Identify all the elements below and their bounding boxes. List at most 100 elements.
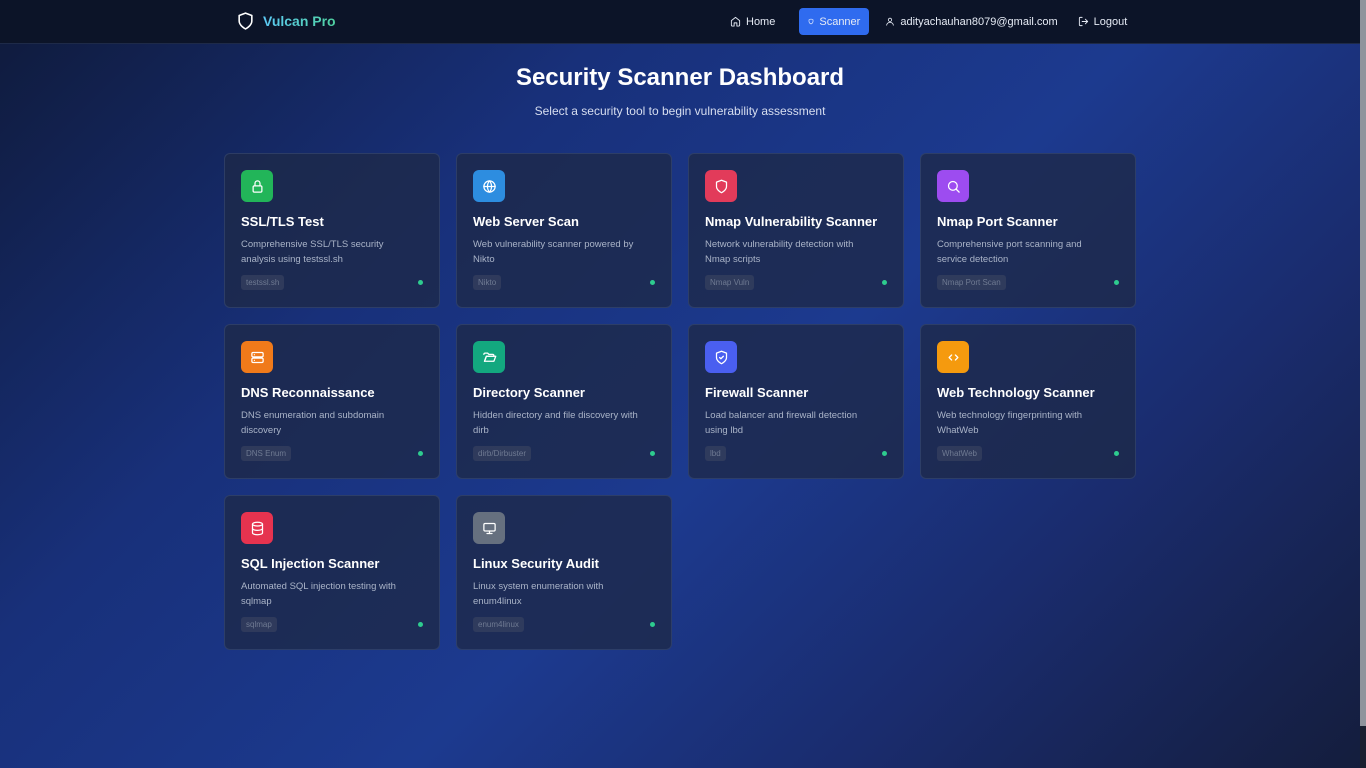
shield-icon bbox=[238, 12, 253, 30]
top-navbar: Vulcan Pro Home Scanner adityachauhan807… bbox=[0, 0, 1360, 44]
tool-icon-box bbox=[705, 170, 737, 202]
tool-title: Web Technology Scanner bbox=[937, 385, 1095, 400]
tool-title: Nmap Port Scanner bbox=[937, 214, 1058, 229]
nav-home-link[interactable]: Home bbox=[730, 8, 775, 35]
tool-footer: testssl.sh bbox=[241, 275, 423, 290]
status-dot bbox=[1114, 451, 1119, 456]
tool-icon-box bbox=[473, 512, 505, 544]
tool-description: Load balancer and firewall detection usi… bbox=[705, 410, 858, 436]
logout-label: Logout bbox=[1093, 15, 1128, 28]
status-dot bbox=[882, 451, 887, 456]
logout-button[interactable]: Logout bbox=[1078, 8, 1128, 35]
status-dot bbox=[1114, 280, 1119, 285]
tool-description: Hidden directory and file discovery with… bbox=[473, 410, 638, 436]
tool-card[interactable]: Nmap Vulnerability Scanner Network vulne… bbox=[688, 153, 904, 308]
tool-card[interactable]: SQL Injection Scanner Automated SQL inje… bbox=[224, 495, 440, 650]
tool-description: Linux system enumeration with enum4linux bbox=[473, 581, 604, 607]
status-dot bbox=[650, 451, 655, 456]
tool-title: SQL Injection Scanner bbox=[241, 556, 380, 571]
tool-description: Comprehensive SSL/TLS security analysis … bbox=[241, 239, 384, 265]
nav-scanner-button[interactable]: Scanner bbox=[799, 8, 870, 35]
tool-tag: enum4linux bbox=[473, 617, 524, 632]
tool-icon-box bbox=[473, 341, 505, 373]
tool-tag: WhatWeb bbox=[937, 446, 982, 461]
tool-icon-box bbox=[241, 341, 273, 373]
user-icon bbox=[886, 17, 895, 26]
status-dot bbox=[882, 280, 887, 285]
tool-footer: Nmap Vuln bbox=[705, 275, 887, 290]
search-icon bbox=[947, 180, 960, 193]
tool-card[interactable]: SSL/TLS Test Comprehensive SSL/TLS secur… bbox=[224, 153, 440, 308]
tool-icon-box bbox=[937, 170, 969, 202]
tool-tag: Nmap Port Scan bbox=[937, 275, 1006, 290]
status-dot bbox=[418, 451, 423, 456]
folder-open-icon bbox=[482, 352, 496, 362]
tool-title: Linux Security Audit bbox=[473, 556, 599, 571]
tool-title: Firewall Scanner bbox=[705, 385, 809, 400]
page-subtitle: Select a security tool to begin vulnerab… bbox=[534, 104, 826, 118]
scrollbar-thumb[interactable] bbox=[1360, 0, 1366, 726]
tool-description: Web technology fingerprinting with WhatW… bbox=[937, 410, 1083, 436]
shield-icon bbox=[715, 179, 727, 193]
brand-name: Vulcan Pro bbox=[263, 13, 336, 29]
tool-footer: Nikto bbox=[473, 275, 655, 290]
nav-scanner-label: Scanner bbox=[819, 15, 861, 28]
server-icon bbox=[250, 351, 264, 363]
tool-footer: enum4linux bbox=[473, 617, 655, 632]
tool-icon-box bbox=[241, 512, 273, 544]
status-dot bbox=[418, 280, 423, 285]
home-icon bbox=[730, 16, 741, 27]
tool-card[interactable]: Linux Security Audit Linux system enumer… bbox=[456, 495, 672, 650]
code-icon bbox=[948, 353, 958, 361]
tool-icon-box bbox=[473, 170, 505, 202]
tool-description: Network vulnerability detection with Nma… bbox=[705, 239, 854, 265]
logout-icon bbox=[1078, 16, 1088, 27]
tool-footer: dirb/Dirbuster bbox=[473, 446, 655, 461]
tool-tag: testssl.sh bbox=[241, 275, 285, 290]
tool-card[interactable]: Web Server Scan Web vulnerability scanne… bbox=[456, 153, 672, 308]
tool-icon-box bbox=[705, 341, 737, 373]
tool-footer: sqlmap bbox=[241, 617, 423, 632]
tool-description: Web vulnerability scanner powered by Nik… bbox=[473, 239, 634, 265]
globe-icon bbox=[482, 179, 496, 193]
shield-check-icon bbox=[715, 350, 727, 364]
tool-tag: Nikto bbox=[473, 275, 502, 290]
tool-icon-box bbox=[241, 170, 273, 202]
tool-description: DNS enumeration and subdomain discovery bbox=[241, 410, 385, 436]
tool-card[interactable]: Nmap Port Scanner Comprehensive port sca… bbox=[920, 153, 1136, 308]
nav-links: Home Scanner adityachauhan8079@gmail.com… bbox=[730, 8, 1127, 35]
scrollbar[interactable] bbox=[1360, 0, 1366, 768]
tool-tag: DNS Enum bbox=[241, 446, 292, 461]
tool-description: Automated SQL injection testing with sql… bbox=[241, 581, 396, 607]
database-icon bbox=[251, 521, 263, 535]
tool-icon-box bbox=[937, 341, 969, 373]
nav-user-account[interactable]: adityachauhan8079@gmail.com bbox=[885, 8, 1058, 35]
tool-footer: DNS Enum bbox=[241, 446, 423, 461]
tool-footer: Nmap Port Scan bbox=[937, 275, 1119, 290]
tool-title: Web Server Scan bbox=[473, 214, 579, 229]
tool-tag: Nmap Vuln bbox=[705, 275, 755, 290]
lock-icon bbox=[252, 179, 262, 193]
tool-title: Nmap Vulnerability Scanner bbox=[705, 214, 878, 229]
tool-title: Directory Scanner bbox=[473, 385, 585, 400]
status-dot bbox=[650, 622, 655, 627]
user-email: adityachauhan8079@gmail.com bbox=[900, 15, 1058, 28]
tool-title: DNS Reconnaissance bbox=[241, 385, 375, 400]
tool-footer: lbd bbox=[705, 446, 887, 461]
monitor-icon bbox=[482, 522, 496, 534]
tool-card[interactable]: Firewall Scanner Load balancer and firew… bbox=[688, 324, 904, 479]
tool-card[interactable]: DNS Reconnaissance DNS enumeration and s… bbox=[224, 324, 440, 479]
tool-tag: lbd bbox=[705, 446, 726, 461]
status-dot bbox=[418, 622, 423, 627]
tool-card[interactable]: Web Technology Scanner Web technology fi… bbox=[920, 324, 1136, 479]
page-title: Security Scanner Dashboard bbox=[515, 64, 845, 91]
tool-card[interactable]: Directory Scanner Hidden directory and f… bbox=[456, 324, 672, 479]
tool-grid: SSL/TLS Test Comprehensive SSL/TLS secur… bbox=[224, 153, 1136, 650]
nav-home-label: Home bbox=[746, 15, 776, 28]
status-dot bbox=[650, 280, 655, 285]
tool-tag: dirb/Dirbuster bbox=[473, 446, 532, 461]
tool-footer: WhatWeb bbox=[937, 446, 1119, 461]
tool-title: SSL/TLS Test bbox=[241, 214, 324, 229]
tool-description: Comprehensive port scanning and service … bbox=[937, 239, 1082, 265]
brand[interactable]: Vulcan Pro bbox=[236, 11, 336, 31]
